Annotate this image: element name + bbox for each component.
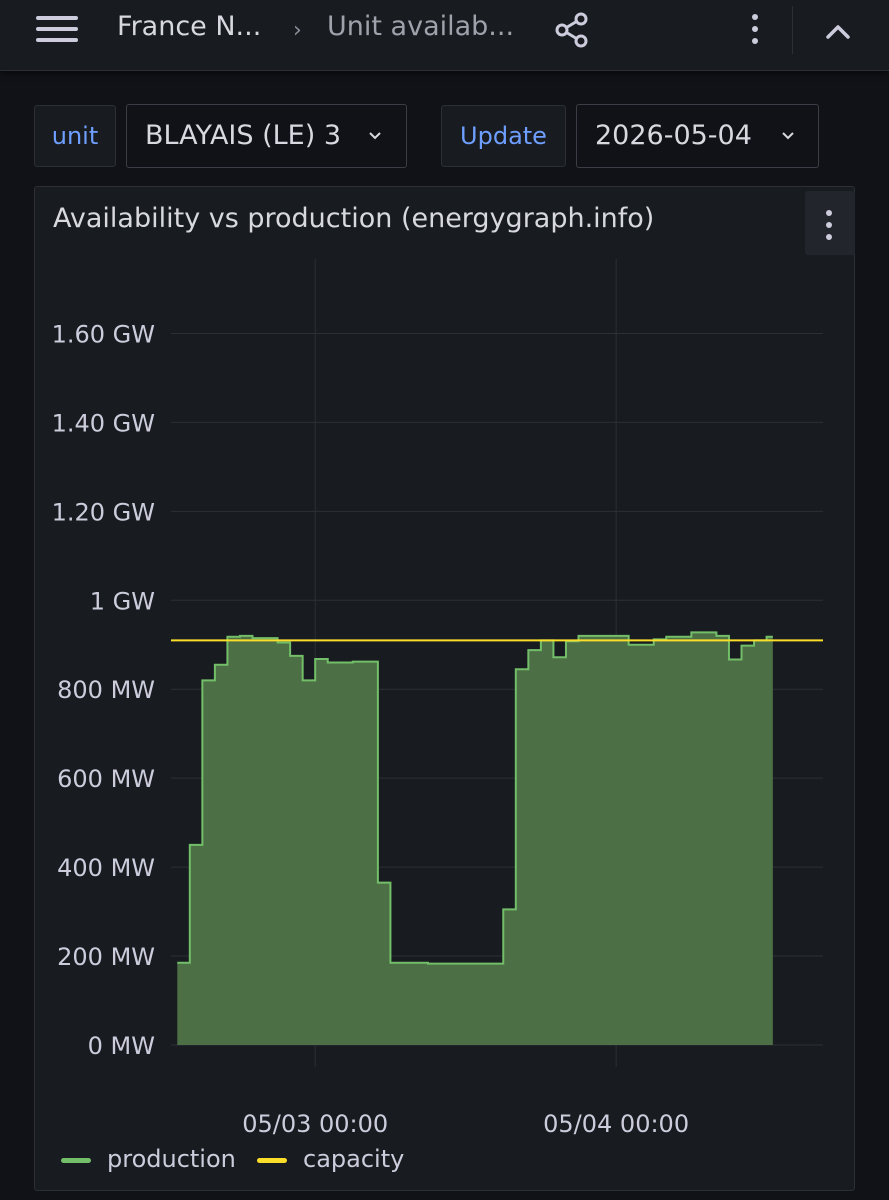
chevron-down-icon — [782, 132, 794, 140]
update-variable-value: 2026-05-04 — [595, 120, 752, 151]
y-tick-label: 600 MW — [57, 765, 155, 793]
y-tick-label: 1.40 GW — [52, 409, 155, 437]
legend-label-production: production — [107, 1145, 236, 1173]
y-tick-label: 0 MW — [88, 1032, 155, 1060]
update-variable-select[interactable]: 2026-05-04 — [576, 104, 819, 168]
chevron-up-icon[interactable] — [820, 14, 856, 50]
y-tick-label: 400 MW — [57, 854, 155, 882]
legend-swatch-production — [61, 1158, 91, 1163]
y-tick-label: 1 GW — [90, 587, 155, 615]
time-series-chart[interactable]: 0 MW 200 MW 400 MW 600 MW 800 MW 1 GW 1.20 GW 1… — [35, 187, 856, 1147]
y-tick-label: 200 MW — [57, 943, 155, 971]
unit-variable-select[interactable]: BLAYAIS (LE) 3 — [126, 104, 407, 168]
top-navbar: France N... › Unit availab... — [0, 0, 889, 71]
share-icon[interactable] — [552, 10, 592, 50]
breadcrumb-dashboard-folder[interactable]: France N... — [117, 11, 261, 42]
chevron-down-icon — [369, 132, 381, 140]
unit-variable-value: BLAYAIS (LE) 3 — [145, 120, 342, 151]
unit-variable-label: unit — [34, 105, 116, 167]
production-area — [177, 632, 773, 1045]
toolbar-divider — [792, 6, 793, 54]
chart-panel: Availability vs production (energygraph.… — [34, 186, 855, 1191]
x-tick-label: 05/03 00:00 — [242, 1110, 388, 1138]
legend-swatch-capacity — [257, 1158, 287, 1163]
y-tick-label: 1.60 GW — [52, 320, 155, 348]
kebab-menu-icon[interactable] — [740, 10, 770, 50]
legend-label-capacity: capacity — [303, 1145, 405, 1173]
y-tick-label: 1.20 GW — [52, 498, 155, 526]
breadcrumb-current-dashboard[interactable]: Unit availab... — [327, 11, 514, 42]
x-tick-label: 05/04 00:00 — [543, 1110, 689, 1138]
hamburger-menu-icon[interactable] — [36, 14, 80, 44]
update-variable-label: Update — [441, 105, 566, 167]
breadcrumb-separator: › — [293, 18, 302, 43]
y-tick-label: 800 MW — [57, 676, 155, 704]
